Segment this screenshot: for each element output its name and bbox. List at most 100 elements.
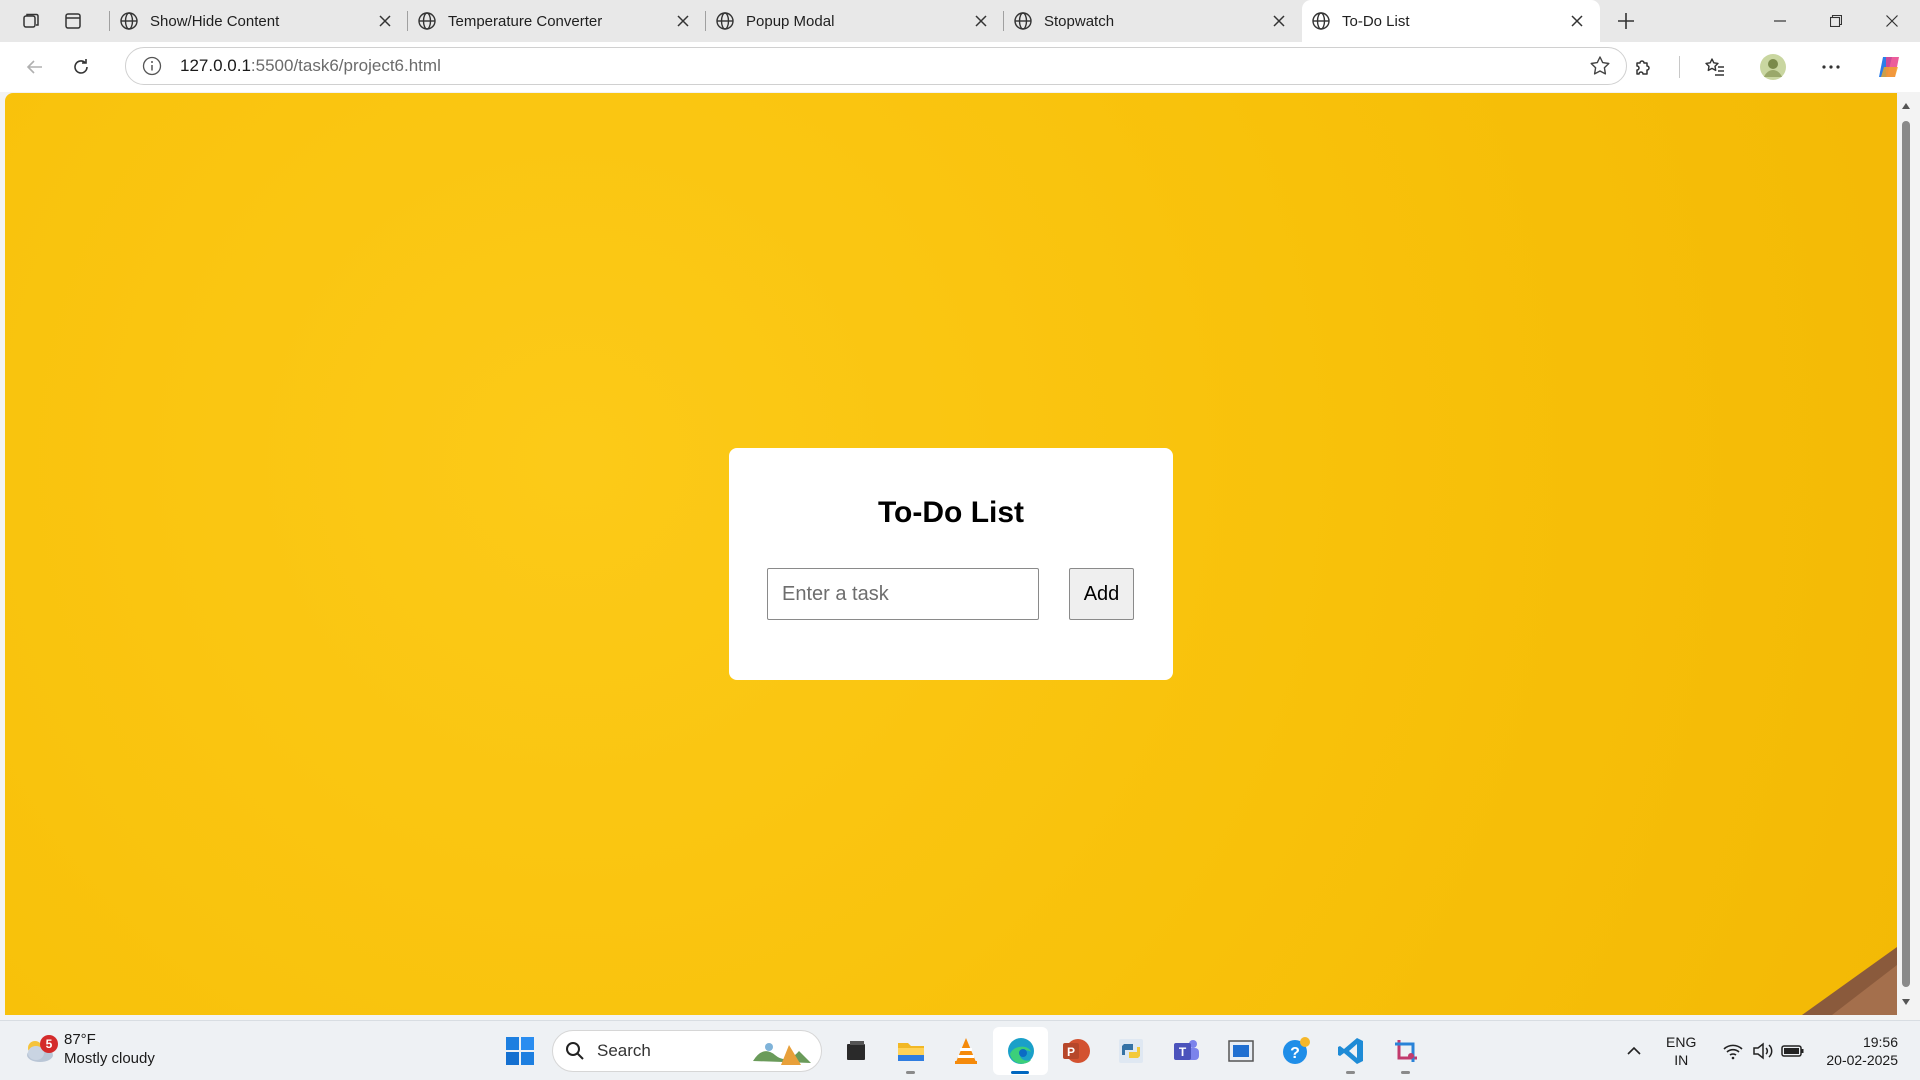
taskbar-app[interactable]: P [1048, 1027, 1103, 1075]
add-button[interactable]: Add [1069, 568, 1134, 620]
tab-title: Show/Hide Content [150, 12, 280, 30]
browser-toolbar: 127.0.0.1:5500/task6/project6.html [0, 42, 1920, 92]
tab-temperature-converter[interactable]: Temperature Converter [407, 0, 706, 42]
wifi-icon [1718, 1036, 1748, 1066]
snipping-tool-icon [1394, 1040, 1417, 1062]
workspaces-button[interactable] [10, 0, 52, 42]
extensions-button[interactable] [1615, 42, 1673, 92]
taskbar-app[interactable]: ? [1268, 1027, 1323, 1075]
running-indicator [906, 1071, 915, 1074]
running-indicator [1011, 1071, 1029, 1074]
volume-icon [1748, 1036, 1778, 1066]
search-icon [566, 1042, 584, 1060]
python-icon [1118, 1039, 1143, 1063]
url-path: :5500/task6/project6.html [250, 56, 441, 75]
task-input[interactable] [767, 568, 1039, 620]
close-icon[interactable] [674, 12, 692, 30]
taskbar-app[interactable] [938, 1027, 993, 1075]
scroll-up-icon[interactable] [1901, 101, 1911, 111]
scroll-down-icon[interactable] [1901, 997, 1911, 1007]
settings-more-button[interactable] [1802, 42, 1860, 92]
tab-stopwatch[interactable]: Stopwatch [1003, 0, 1302, 42]
quick-settings[interactable] [1718, 1036, 1808, 1066]
language-indicator[interactable]: ENG IN [1666, 1033, 1696, 1069]
tab-title: Temperature Converter [448, 12, 603, 30]
url-text[interactable]: 127.0.0.1:5500/task6/project6.html [180, 56, 1588, 76]
close-window-button[interactable] [1864, 0, 1920, 42]
workspaces-icon [23, 13, 39, 28]
refresh-button[interactable] [58, 47, 104, 87]
edge-icon [1007, 1038, 1034, 1064]
svg-text:?: ? [1290, 1045, 1300, 1062]
tab-to-do-list[interactable]: To-Do List [1302, 0, 1600, 42]
taskbar-app[interactable] [1103, 1027, 1158, 1075]
region-code: IN [1674, 1052, 1689, 1068]
tab-popup-modal[interactable]: Popup Modal [705, 0, 1004, 42]
taskbar-apps: Search P T ? [498, 1027, 1433, 1075]
tab-actions-button[interactable] [52, 0, 94, 42]
clock-time: 19:56 [1862, 1034, 1898, 1050]
weather-alert-badge: 5 [40, 1035, 58, 1053]
chevron-up-icon [1627, 1046, 1641, 1055]
globe-icon [1014, 12, 1032, 30]
windows-logo-icon [506, 1037, 534, 1065]
globe-icon [418, 12, 436, 30]
taskbar-app[interactable] [828, 1027, 883, 1075]
taskbar-app-active[interactable] [993, 1027, 1048, 1075]
address-bar[interactable]: 127.0.0.1:5500/task6/project6.html [125, 47, 1627, 85]
vertical-tabs-icon [65, 13, 81, 29]
tab-show-hide-content[interactable]: Show/Hide Content [109, 0, 408, 42]
puzzle-icon [1636, 60, 1650, 75]
minimize-icon [1774, 20, 1786, 22]
tab-title: To-Do List [1342, 12, 1410, 30]
page-scrollbar[interactable] [1897, 93, 1915, 1015]
weather-temperature: 87°F [64, 1031, 96, 1048]
vscode-icon [1337, 1038, 1363, 1064]
copilot-button[interactable] [1860, 42, 1918, 92]
back-button[interactable] [12, 47, 58, 87]
running-indicator [1346, 1071, 1355, 1074]
teams-icon: T [1173, 1040, 1199, 1060]
taskbar-app[interactable] [883, 1027, 938, 1075]
more-dots-icon [1822, 65, 1840, 69]
vlc-icon [954, 1038, 977, 1064]
clock[interactable]: 19:56 20-02-2025 [1826, 1033, 1898, 1069]
close-icon[interactable] [972, 12, 990, 30]
tab-strip: Show/Hide Content Temperature Converter … [0, 0, 1920, 42]
taskbar-app[interactable]: T [1158, 1027, 1213, 1075]
weather-condition: Mostly cloudy [64, 1050, 155, 1067]
scroll-thumb[interactable] [1902, 121, 1910, 987]
svg-text:T: T [1178, 1045, 1186, 1059]
close-icon[interactable] [376, 12, 394, 30]
copilot-icon [1879, 57, 1899, 77]
weather-cloud-icon: 5 [20, 1029, 60, 1069]
taskbar-app[interactable] [1213, 1027, 1268, 1075]
powerpoint-icon: P [1062, 1039, 1090, 1063]
favorite-star-icon[interactable] [1588, 54, 1612, 78]
globe-icon [1312, 12, 1330, 30]
favorites-button[interactable] [1686, 42, 1744, 92]
minimize-button[interactable] [1752, 0, 1808, 42]
profile-button[interactable] [1744, 42, 1802, 92]
show-hidden-icons-button[interactable] [1614, 1031, 1654, 1071]
svg-text:P: P [1066, 1045, 1074, 1059]
weather-widget[interactable]: 5 87°F Mostly cloudy [20, 1029, 155, 1069]
globe-icon [120, 12, 138, 30]
restore-button[interactable] [1808, 0, 1864, 42]
new-tab-button[interactable] [1600, 0, 1652, 42]
taskbar-app[interactable] [1378, 1027, 1433, 1075]
refresh-icon [74, 59, 88, 74]
avatar [1760, 54, 1786, 80]
taskbar-app[interactable] [1323, 1027, 1378, 1075]
start-button[interactable] [498, 1029, 542, 1073]
todo-card: To-Do List Add [729, 448, 1173, 680]
info-icon[interactable] [140, 54, 164, 78]
close-icon[interactable] [1568, 12, 1586, 30]
close-icon[interactable] [1270, 12, 1288, 30]
taskbar-search[interactable]: Search [552, 1030, 822, 1072]
clock-date: 20-02-2025 [1826, 1052, 1898, 1068]
window-controls [1752, 0, 1920, 42]
restore-icon [1830, 15, 1842, 27]
plus-icon [1618, 13, 1634, 29]
search-highlight-icon [753, 1043, 811, 1065]
